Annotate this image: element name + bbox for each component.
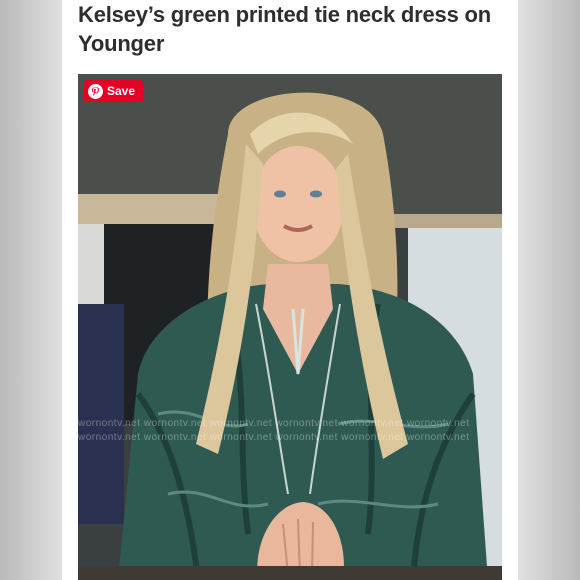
watermark-text: wornontv.net wornontv.net wornontv.net w… bbox=[78, 418, 470, 429]
photo-illustration bbox=[78, 74, 502, 580]
outfit-photo: wornontv.net wornontv.net wornontv.net w… bbox=[78, 74, 502, 580]
watermark-text-2: wornontv.net wornontv.net wornontv.net w… bbox=[78, 432, 470, 443]
left-blurred-margin bbox=[0, 0, 62, 580]
article-card: Kelsey’s green printed tie neck dress on… bbox=[62, 0, 518, 580]
save-button-label: Save bbox=[107, 84, 136, 98]
right-blurred-margin bbox=[518, 0, 580, 580]
pinterest-icon bbox=[88, 83, 103, 99]
article-title: Kelsey’s green printed tie neck dress on… bbox=[78, 2, 492, 56]
pinterest-save-button[interactable]: Save bbox=[84, 80, 144, 102]
